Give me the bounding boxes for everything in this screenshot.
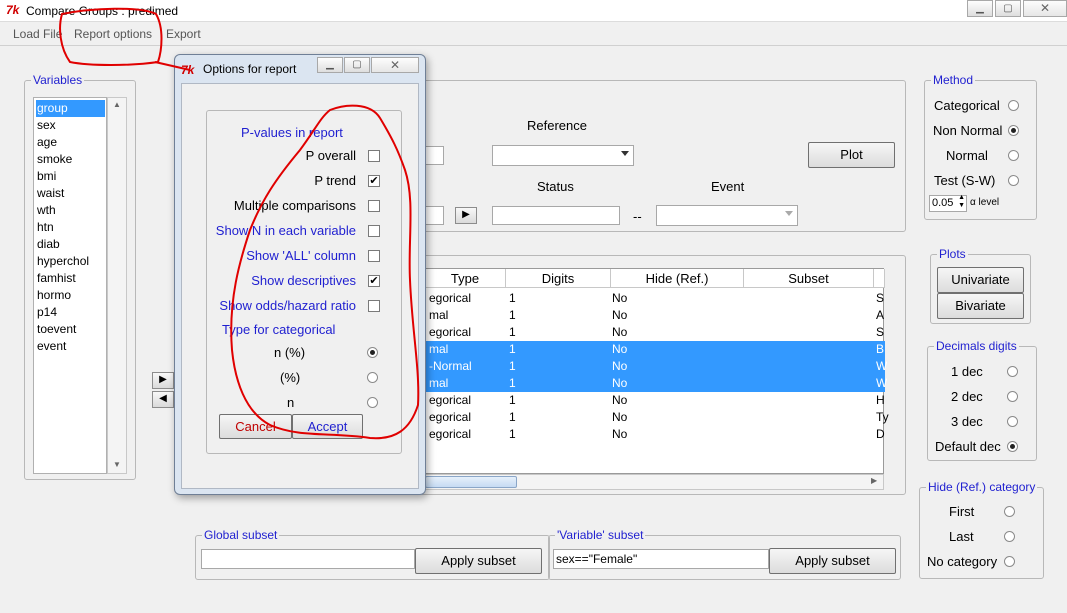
report-options-circle-annotation xyxy=(59,7,163,66)
dialog-options-circle-annotation xyxy=(230,104,420,440)
annotation-connector xyxy=(154,61,191,71)
annotation-overlay xyxy=(59,7,420,440)
